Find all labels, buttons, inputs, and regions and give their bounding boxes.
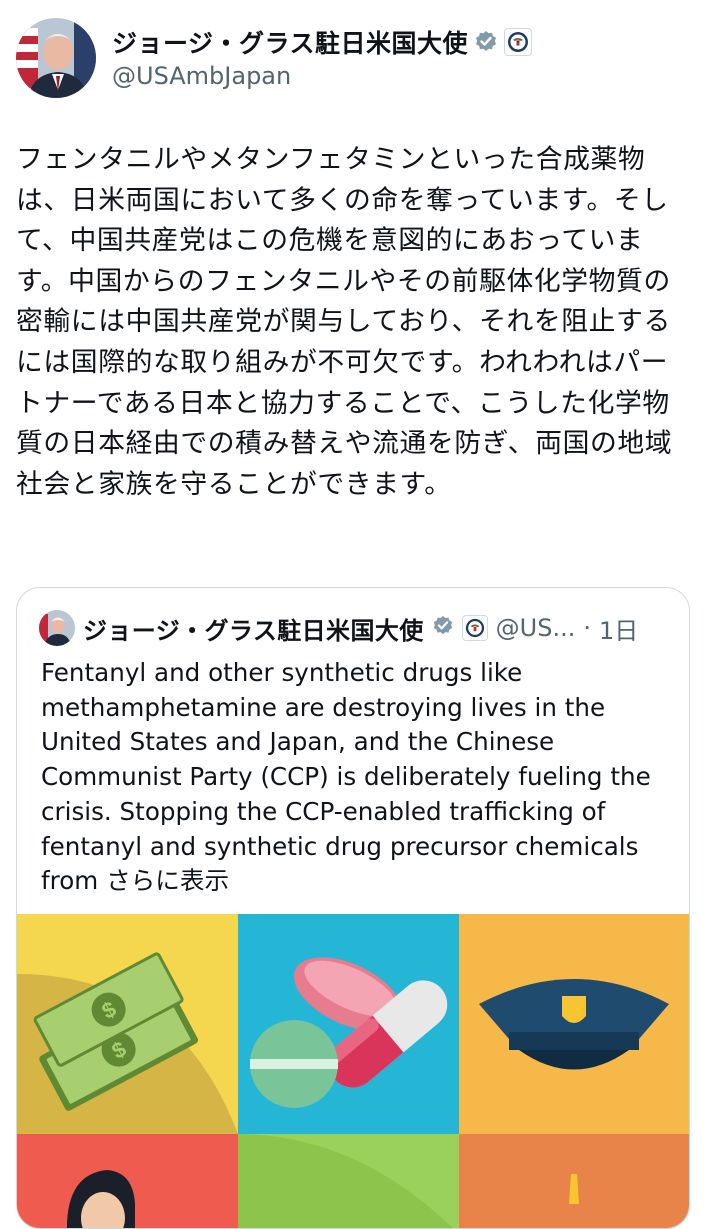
green-tile [238, 1134, 459, 1228]
quoted-author-handle: @US... [495, 614, 576, 642]
author-display-name[interactable]: ジョージ・グラス駐日米国大使 [112, 24, 468, 60]
quoted-post-card[interactable]: ジョージ・グラス駐日米国大使 @US... · 1日 Fentanyl and … [16, 587, 690, 1229]
person-icon [17, 1134, 238, 1228]
separator-dot: · [583, 614, 591, 642]
author-handle[interactable]: @USAmbJapan [112, 62, 532, 90]
quoted-verified-badge-icon [432, 615, 454, 641]
author-avatar[interactable] [16, 18, 96, 98]
verified-badge-icon [474, 30, 498, 54]
money-icon: $ $ [17, 914, 238, 1134]
quoted-author-avatar [39, 610, 75, 646]
quoted-post-media[interactable]: $ $ [17, 914, 689, 1228]
quoted-post-time: 1日 [598, 616, 639, 645]
post-header: ジョージ・グラス駐日米国大使 @USAmbJapan [16, 18, 696, 100]
quoted-author-display-name: ジョージ・グラス駐日米国大使 [83, 616, 424, 645]
state-department-seal-icon [504, 28, 533, 56]
quoted-post-body: Fentanyl and other synthetic drugs like … [41, 658, 651, 896]
police-hat-icon [459, 914, 689, 1134]
show-more-link[interactable]: さらに表示 [106, 866, 229, 895]
orange-tile [459, 1134, 689, 1228]
quoted-post-text: Fentanyl and other synthetic drugs like … [41, 656, 671, 899]
quoted-state-department-seal-icon [461, 615, 488, 641]
post-text: フェンタニルやメタンフェタミンといった合成薬物は、日米両国において多くの命を奪っ… [16, 144, 673, 500]
pills-icon [238, 914, 459, 1134]
quoted-post-header: ジョージ・グラス駐日米国大使 @US... · 1日 [39, 610, 638, 646]
